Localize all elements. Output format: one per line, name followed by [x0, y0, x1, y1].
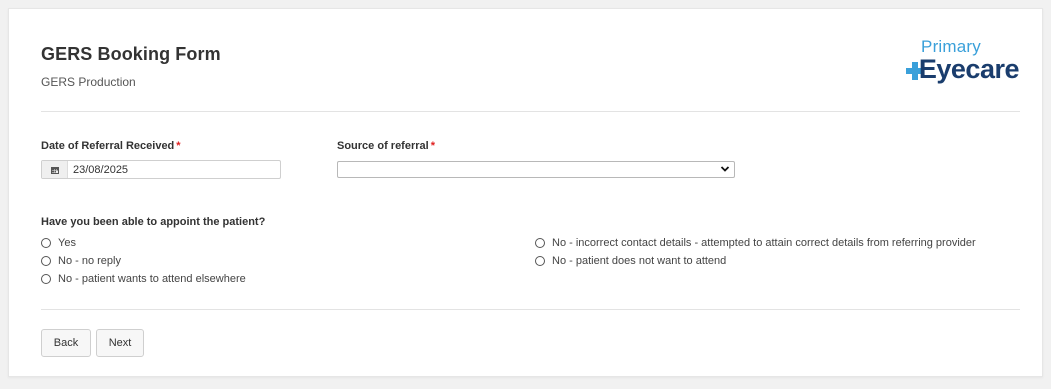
date-of-referral-label-text: Date of Referral Received	[41, 140, 175, 152]
source-of-referral-select[interactable]	[337, 161, 735, 178]
date-of-referral-label: Date of Referral Received *	[41, 140, 181, 152]
back-button[interactable]: Back	[41, 329, 91, 357]
radio-label: Yes	[58, 237, 76, 249]
primary-eyecare-logo: Primary Eyecare	[906, 37, 1020, 92]
next-button[interactable]: Next	[96, 329, 144, 357]
radio-button[interactable]	[41, 274, 51, 284]
radio-button[interactable]	[41, 238, 51, 248]
radio-button[interactable]	[41, 256, 51, 266]
calendar-icon[interactable]	[42, 161, 68, 178]
page-title: GERS Booking Form	[41, 44, 221, 64]
footer-divider	[41, 309, 1020, 310]
booking-form-card: GERS Booking Form GERS Production Primar…	[8, 8, 1043, 377]
radio-option-attend-elsewhere[interactable]: No - patient wants to attend elsewhere	[41, 273, 246, 285]
date-of-referral-value[interactable]: 23/08/2025	[68, 164, 128, 176]
page-subtitle: GERS Production	[41, 75, 136, 89]
radio-option-incorrect-contact[interactable]: No - incorrect contact details - attempt…	[535, 237, 976, 249]
appoint-question-label: Have you been able to appoint the patien…	[41, 216, 266, 228]
radio-label: No - patient wants to attend elsewhere	[58, 273, 246, 285]
radio-option-does-not-want[interactable]: No - patient does not want to attend	[535, 255, 726, 267]
header-divider	[41, 111, 1020, 112]
required-marker: *	[176, 140, 181, 152]
radio-button[interactable]	[535, 238, 545, 248]
radio-option-yes[interactable]: Yes	[41, 237, 76, 249]
chevron-down-icon[interactable]	[720, 164, 730, 174]
source-of-referral-label-text: Source of referral	[337, 140, 429, 152]
source-of-referral-label: Source of referral *	[337, 140, 435, 152]
radio-label: No - incorrect contact details - attempt…	[552, 237, 976, 249]
date-of-referral-field[interactable]: 23/08/2025	[41, 160, 281, 179]
radio-button[interactable]	[535, 256, 545, 266]
required-marker: *	[430, 140, 435, 152]
radio-label: No - patient does not want to attend	[552, 255, 727, 267]
radio-label: No - no reply	[58, 255, 121, 267]
logo-eyecare-text: Eyecare	[918, 54, 1020, 84]
radio-option-no-reply[interactable]: No - no reply	[41, 255, 121, 267]
